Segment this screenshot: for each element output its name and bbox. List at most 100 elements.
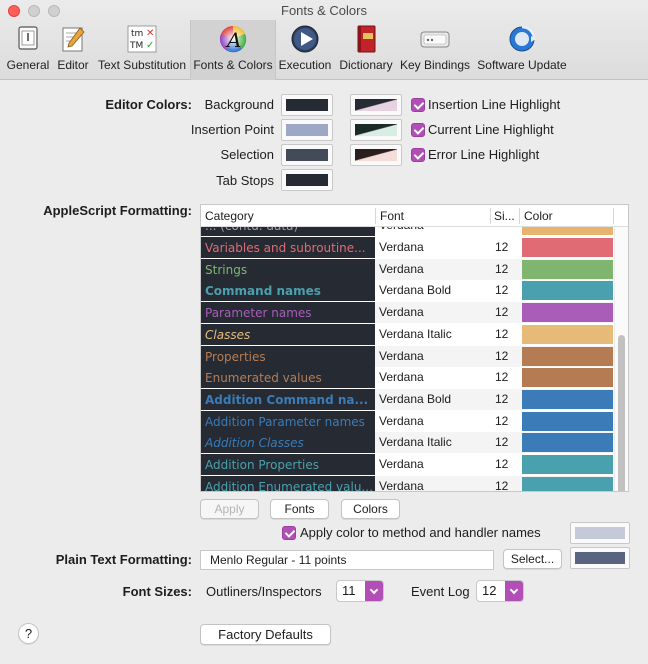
category-cell: Addition Parameter names — [201, 410, 375, 432]
color-cell[interactable] — [522, 281, 613, 301]
tab-stops-swatch — [286, 174, 328, 186]
colors-button[interactable]: Colors — [341, 499, 400, 519]
font-cell: Verdana Bold — [379, 283, 452, 298]
font-cell: Verdana — [379, 413, 424, 428]
category-cell: Variables and subroutine... — [201, 237, 375, 258]
software-update-icon — [509, 25, 536, 52]
table-row[interactable]: Addition Command na... Verdana Bold 12 — [201, 388, 614, 410]
current-line-highlight-label: Current Line Highlight — [428, 122, 554, 137]
formatting-table[interactable]: Category Font Si... Color ... (contd. da… — [200, 204, 629, 492]
apply-color-swatch — [575, 527, 625, 539]
color-cell[interactable] — [522, 411, 613, 431]
apply-button[interactable]: Apply — [200, 499, 259, 519]
background-swatch — [286, 99, 328, 111]
color-cell[interactable] — [522, 303, 613, 323]
window-title: Fonts & Colors — [281, 3, 367, 18]
selection-color-well[interactable] — [281, 144, 333, 166]
toolbar-key-bindings[interactable]: Key Bindings — [398, 20, 472, 80]
svg-text:A: A — [225, 28, 241, 52]
table-header: Category Font Si... Color — [201, 205, 628, 227]
error-line-highlight-checkbox[interactable] — [411, 148, 425, 162]
table-row[interactable]: Addition Parameter names Verdana 12 — [201, 410, 614, 432]
column-header-font[interactable]: Font — [380, 209, 404, 223]
current-line-highlight-color-well[interactable] — [350, 119, 402, 141]
background-label: Background — [204, 97, 274, 112]
table-row[interactable]: Addition Enumerated valu... Verdana 12 — [201, 475, 614, 492]
color-cell[interactable] — [522, 259, 613, 279]
toolbar-fonts-colors[interactable]: A Fonts & Colors — [190, 20, 276, 80]
tab-stops-label: Tab Stops — [216, 173, 274, 188]
toolbar-editor[interactable]: Editor — [52, 20, 94, 80]
plain-text-font-field[interactable]: Menlo Regular - 11 points — [200, 550, 494, 570]
size-cell: 12 — [495, 391, 509, 406]
outliners-size-value: 11 — [342, 583, 356, 598]
category-cell: Strings — [201, 258, 375, 280]
table-row[interactable]: Addition Properties Verdana 12 — [201, 454, 614, 475]
color-cell[interactable] — [522, 346, 613, 366]
table-row[interactable]: Addition Classes Verdana Italic 12 — [201, 432, 614, 454]
current-line-highlight-checkbox[interactable] — [411, 123, 425, 137]
factory-defaults-button[interactable]: Factory Defaults — [200, 624, 331, 645]
toolbar-text-substitution[interactable]: tm ✕ TM ✓ Text Substitution — [94, 20, 190, 80]
font-cell: Verdana — [379, 348, 424, 363]
insertion-line-highlight-color-well[interactable] — [350, 94, 402, 116]
title-bar: Fonts & Colors General Editor tm ✕ TM ✓ … — [0, 0, 648, 80]
select-font-button[interactable]: Select... — [503, 549, 562, 569]
color-cell[interactable] — [522, 368, 613, 388]
color-cell[interactable] — [522, 238, 613, 257]
table-row[interactable]: Classes Verdana Italic 12 — [201, 323, 614, 345]
size-cell: 12 — [495, 435, 509, 450]
color-cell[interactable] — [522, 389, 613, 409]
toolbar-dictionary[interactable]: Dictionary — [334, 20, 398, 80]
outliners-inspectors-label: Outliners/Inspectors — [206, 584, 322, 599]
color-cell[interactable] — [522, 455, 613, 474]
selection-swatch — [286, 149, 328, 161]
fonts-colors-icon: A — [219, 26, 247, 53]
apply-color-well[interactable] — [570, 522, 630, 544]
table-row[interactable]: Variables and subroutine... Verdana 12 — [201, 237, 614, 258]
font-cell: Verdana — [379, 478, 424, 492]
table-row[interactable]: Properties Verdana 12 — [201, 345, 614, 367]
plain-text-color-well[interactable] — [570, 547, 630, 569]
insertion-point-color-well[interactable] — [281, 119, 333, 141]
error-line-highlight-color-well[interactable] — [350, 144, 402, 166]
table-row[interactable]: Enumerated values Verdana 12 — [201, 367, 614, 389]
toolbar-general[interactable]: General — [4, 20, 52, 80]
apply-color-checkbox[interactable] — [282, 526, 296, 540]
category-cell: Properties — [201, 345, 375, 367]
scrollbar-thumb[interactable] — [618, 335, 625, 491]
insertion-line-highlight-checkbox[interactable] — [411, 98, 425, 112]
chevron-down-icon — [505, 581, 523, 601]
tab-stops-color-well[interactable] — [281, 169, 333, 191]
column-header-size[interactable]: Si... — [494, 209, 515, 223]
font-cell: Verdana — [379, 370, 424, 385]
table-row[interactable]: Command names Verdana Bold 12 — [201, 280, 614, 302]
table-scrollbar[interactable] — [614, 227, 628, 491]
outliners-size-select[interactable]: 11 — [336, 580, 384, 602]
column-header-color[interactable]: Color — [524, 209, 553, 223]
table-row[interactable]: Parameter names Verdana 12 — [201, 302, 614, 324]
apply-color-label: Apply color to method and handler names — [300, 525, 541, 540]
dictionary-icon — [357, 25, 376, 53]
svg-text:✕: ✕ — [146, 28, 154, 39]
applescript-formatting-label: AppleScript Formatting: — [43, 203, 192, 218]
background-color-well[interactable] — [281, 94, 333, 116]
column-header-category[interactable]: Category — [205, 209, 254, 223]
event-log-size-select[interactable]: 12 — [476, 580, 524, 602]
fonts-button[interactable]: Fonts — [270, 499, 329, 519]
color-cell[interactable] — [522, 324, 613, 344]
color-cell[interactable] — [522, 476, 613, 491]
font-cell: Verdana Bold — [379, 391, 452, 406]
category-cell: Addition Command na... — [201, 388, 375, 410]
editor-icon — [62, 27, 85, 52]
toolbar-execution[interactable]: Execution — [276, 20, 334, 80]
table-row[interactable]: Strings Verdana 12 — [201, 258, 614, 280]
toolbar-software-update[interactable]: Software Update — [472, 20, 572, 80]
size-cell: 12 — [495, 478, 509, 492]
color-cell[interactable] — [522, 433, 613, 453]
font-cell: Verdana Italic — [379, 326, 452, 341]
current-line-highlight-swatch — [355, 124, 397, 136]
help-button[interactable]: ? — [18, 623, 39, 644]
execution-icon — [291, 25, 319, 53]
size-cell: 12 — [495, 261, 509, 276]
